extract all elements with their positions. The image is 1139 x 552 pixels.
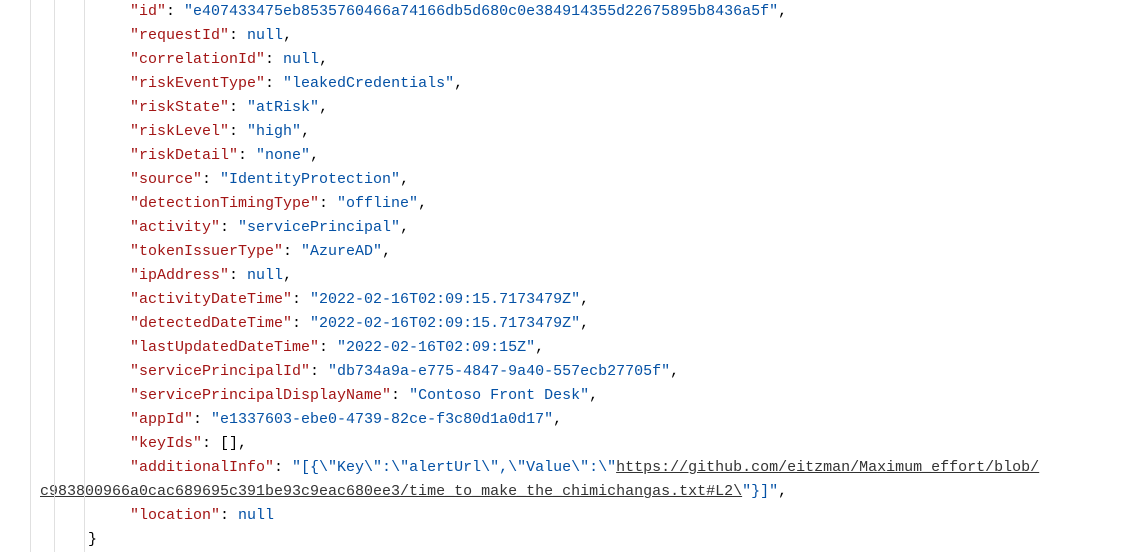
json-key: "activityDateTime" [130,291,292,308]
json-line-detectedDateTime: "detectedDateTime": "2022-02-16T02:09:15… [130,312,1139,336]
json-key: "activity" [130,219,220,236]
json-url-link[interactable]: https://github.com/eitzman/Maximum_effor… [616,459,1039,476]
json-value: "servicePrincipal" [238,219,400,236]
json-value: "Contoso Front Desk" [409,387,589,404]
json-key: "tokenIssuerType" [130,243,283,260]
json-key: "correlationId" [130,51,265,68]
json-value: "atRisk" [247,99,319,116]
json-closing-brace: } [20,528,1139,552]
json-value: null [283,51,319,68]
json-line-servicePrincipalId: "servicePrincipalId": "db734a9a-e775-484… [130,360,1139,384]
json-key: "detectionTimingType" [130,195,319,212]
json-value: "db734a9a-e775-4847-9a40-557ecb27705f" [328,363,670,380]
json-line-requestId: "requestId": null, [130,24,1139,48]
json-code-block: "id": "e407433475eb8535760466a74166db5d6… [0,0,1139,552]
json-value: "leakedCredentials" [283,75,454,92]
json-key: "riskState" [130,99,229,116]
json-key: "servicePrincipalDisplayName" [130,387,391,404]
json-line-lastUpdatedDateTime: "lastUpdatedDateTime": "2022-02-16T02:09… [130,336,1139,360]
json-value: "IdentityProtection" [220,171,400,188]
json-line-activityDateTime: "activityDateTime": "2022-02-16T02:09:15… [130,288,1139,312]
json-value: "e1337603-ebe0-4739-82ce-f3c80d1a0d17" [211,411,553,428]
json-key: "source" [130,171,202,188]
json-line-riskEventType: "riskEventType": "leakedCredentials", [130,72,1139,96]
json-key: "appId" [130,411,193,428]
json-value: [] [220,435,238,452]
json-line-detectionTimingType: "detectionTimingType": "offline", [130,192,1139,216]
json-value: "none" [256,147,310,164]
json-line-riskDetail: "riskDetail": "none", [130,144,1139,168]
json-value: null [238,507,274,524]
json-line-riskState: "riskState": "atRisk", [130,96,1139,120]
json-value: "2022-02-16T02:09:15.7173479Z" [310,291,580,308]
json-line-location: "location": null [130,504,1139,528]
json-key: "id" [130,3,166,20]
json-line-activity: "activity": "servicePrincipal", [130,216,1139,240]
json-key: "riskLevel" [130,123,229,140]
json-key: "additionalInfo" [130,459,274,476]
json-value: "AzureAD" [301,243,382,260]
json-line-additionalInfo-cont: c983800966a0cac689695c391be93c9eac680ee3… [20,480,1139,504]
json-line-ipAddress: "ipAddress": null, [130,264,1139,288]
json-key: "location" [130,507,220,524]
json-line-correlationId: "correlationId": null, [130,48,1139,72]
json-line-id: "id": "e407433475eb8535760466a74166db5d6… [130,0,1139,24]
json-url-link[interactable]: c983800966a0cac689695c391be93c9eac680ee3… [40,483,742,500]
json-line-keyIds: "keyIds": [], [130,432,1139,456]
json-line-appId: "appId": "e1337603-ebe0-4739-82ce-f3c80d… [130,408,1139,432]
json-value-prefix: "[{\"Key\":\"alertUrl\",\"Value\":\" [292,459,616,476]
json-key: "servicePrincipalId" [130,363,310,380]
json-key: "lastUpdatedDateTime" [130,339,319,356]
json-key: "ipAddress" [130,267,229,284]
json-line-riskLevel: "riskLevel": "high", [130,120,1139,144]
json-value: null [247,267,283,284]
json-value: "2022-02-16T02:09:15.7173479Z" [310,315,580,332]
json-line-tokenIssuerType: "tokenIssuerType": "AzureAD", [130,240,1139,264]
json-value: "2022-02-16T02:09:15Z" [337,339,535,356]
json-line-additionalInfo: "additionalInfo": "[{\"Key\":\"alertUrl\… [20,456,1139,480]
json-value: "e407433475eb8535760466a74166db5d680c0e3… [184,3,778,20]
json-value: "high" [247,123,301,140]
json-value: null [247,27,283,44]
json-key: "requestId" [130,27,229,44]
json-key: "riskDetail" [130,147,238,164]
json-key: "riskEventType" [130,75,265,92]
json-value: "offline" [337,195,418,212]
json-line-source: "source": "IdentityProtection", [130,168,1139,192]
json-key: "detectedDateTime" [130,315,292,332]
json-value-suffix: "}]" [742,483,778,500]
json-key: "keyIds" [130,435,202,452]
json-line-servicePrincipalDisplayName: "servicePrincipalDisplayName": "Contoso … [130,384,1139,408]
